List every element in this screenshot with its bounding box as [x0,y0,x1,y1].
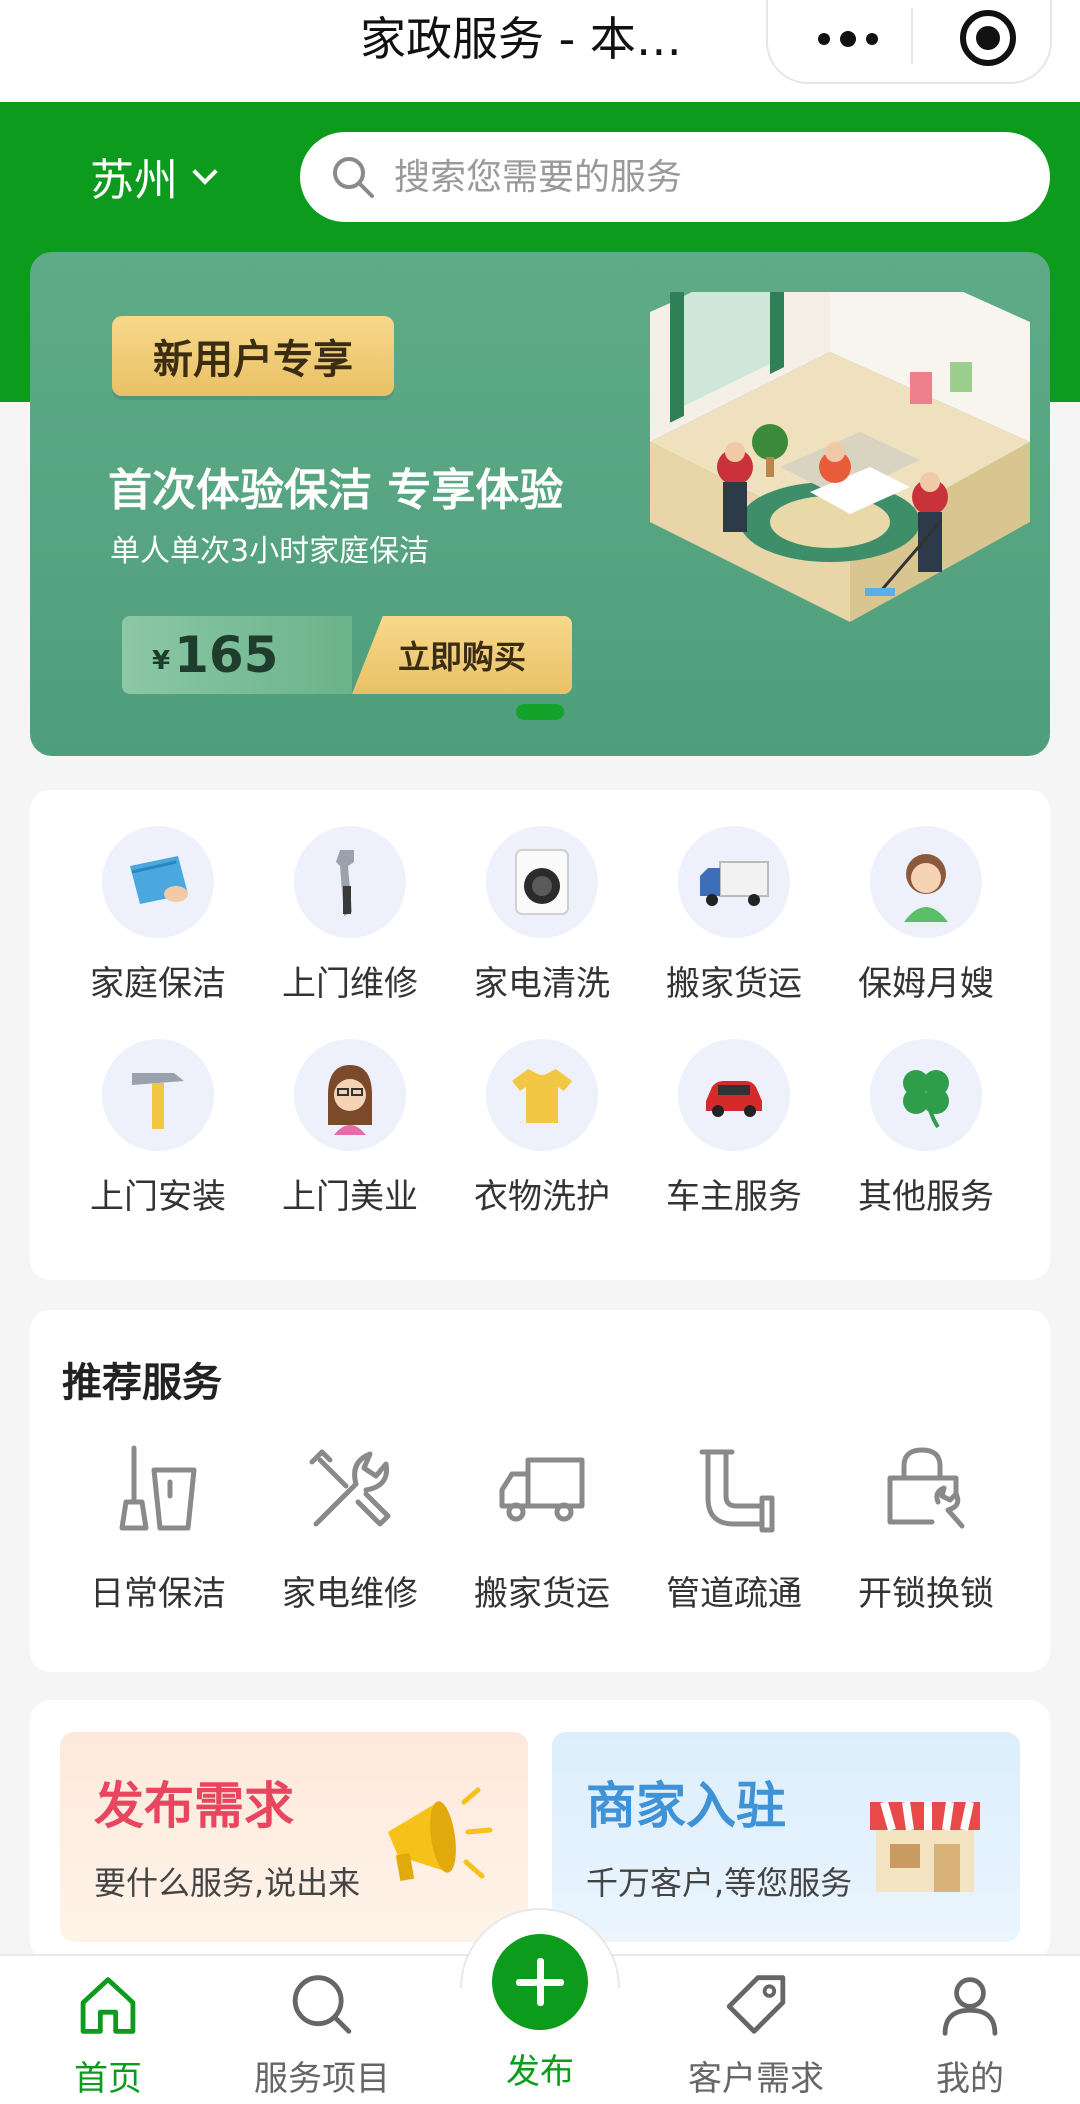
city-selector[interactable]: 苏州 [90,146,218,206]
category-laundry[interactable]: 衣物洗护 [446,1039,638,1218]
tab-label: 我的 [936,2059,1004,2099]
tab-mine[interactable]: 我的 [870,1970,1070,2100]
cleaning-room-illustration [650,292,1030,622]
clover-icon [870,1039,982,1151]
chevron-down-icon [192,159,218,185]
merchant-title: 商家入驻 [586,1777,786,1835]
tab-publish[interactable]: 发布 [460,1908,620,2104]
tools-icon [309,1449,391,1527]
delivery-truck-icon [499,1457,585,1522]
tab-customer-needs[interactable]: 客户需求 [656,1970,856,2100]
merchant-join-card[interactable]: 商家入驻 千万客户,等您服务 [552,1732,1020,1942]
publish-subtitle: 要什么服务,说出来 [94,1864,361,1902]
category-label: 家电清洗 [474,964,610,1004]
mini-program-capsule [766,0,1052,84]
tab-label: 客户需求 [688,2059,824,2099]
category-label: 上门维修 [282,964,418,1004]
price-tag: ¥ 165 [122,616,352,694]
lock-wrench-icon [887,1447,965,1529]
price-box: ¥ 165 立即购买 [122,616,572,694]
recommend-label: 家电维修 [282,1574,418,1614]
search-bar[interactable] [300,132,1050,222]
promo-banner[interactable]: 新用户专享 首次体验保洁 专享体验 单人单次3小时家庭保洁 ¥ 165 立即购买 [30,252,1050,756]
search-icon [333,157,374,198]
recommend-locksmith[interactable]: 开锁换锁 [830,1440,1022,1615]
recommend-label: 搬家货运 [474,1574,610,1614]
section-title: 推荐服务 [62,1360,222,1406]
category-label: 上门美业 [282,1177,418,1217]
category-repair[interactable]: 上门维修 [254,826,446,1005]
recommend-label: 管道疏通 [666,1574,802,1614]
category-label: 家庭保洁 [90,964,226,1004]
pipe-icon [699,1449,775,1533]
publish-demand-card[interactable]: 发布需求 要什么服务,说出来 [60,1732,528,1942]
category-label: 搬家货运 [666,964,802,1004]
tshirt-icon [486,1039,598,1151]
storefront-icon [870,1800,980,1892]
publish-title: 发布需求 [94,1777,294,1835]
recommend-moving[interactable]: 搬家货运 [446,1440,638,1615]
home-icon [80,1977,136,2034]
category-beauty[interactable]: 上门美业 [254,1039,446,1218]
recommend-label: 开锁换锁 [858,1574,994,1614]
recommend-label: 日常保洁 [90,1574,226,1614]
recommended-services-card: 推荐服务 日常保洁 家电维修 搬家货运 管道疏通 开锁换锁 [30,1310,1050,1672]
city-name: 苏州 [90,155,178,206]
megaphone-icon [388,1787,493,1882]
category-home-cleaning[interactable]: 家庭保洁 [62,826,254,1005]
wrench-icon [294,826,406,938]
recommend-pipe-unclog[interactable]: 管道疏通 [638,1440,830,1615]
cleaning-cloth-icon [102,826,214,938]
merchant-subtitle: 千万客户,等您服务 [586,1864,853,1902]
category-label: 保姆月嫂 [858,964,994,1004]
search-icon [292,1975,352,2034]
category-car[interactable]: 车主服务 [638,1039,830,1218]
tab-label: 服务项目 [254,2059,390,2099]
category-other[interactable]: 其他服务 [830,1039,1022,1218]
category-label: 上门安装 [90,1177,226,1217]
tag-icon [726,1975,786,2034]
category-label: 其他服务 [858,1177,994,1217]
close-target-icon[interactable] [960,10,1016,66]
recommend-appliance-repair[interactable]: 家电维修 [254,1440,446,1615]
new-user-badge: 新用户专享 [112,316,394,396]
category-card: 家庭保洁 上门维修 家电清洗 搬家货运 保姆月嫂 上门安装 上门美业 衣物洗护 … [30,790,1050,1280]
search-input[interactable] [394,156,1014,198]
truck-icon [678,826,790,938]
recommended-grid: 日常保洁 家电维修 搬家货运 管道疏通 开锁换锁 [62,1440,1022,1615]
tab-label: 发布 [506,2052,574,2092]
user-icon [942,1977,998,2036]
price-value: 165 [174,626,279,684]
category-installation[interactable]: 上门安装 [62,1039,254,1218]
capsule-divider [911,8,913,64]
tab-home[interactable]: 首页 [8,1970,208,2100]
hammer-icon [102,1039,214,1151]
page-title: 家政服务 - 本… [360,12,682,66]
title-bar: 家政服务 - 本… [0,0,1080,102]
category-label: 衣物洗护 [474,1177,610,1217]
currency-symbol: ¥ [152,646,171,676]
tab-label: 首页 [74,2059,142,2099]
category-nanny[interactable]: 保姆月嫂 [830,826,1022,1005]
category-moving[interactable]: 搬家货运 [638,826,830,1005]
broom-bucket-icon [119,1445,197,1531]
car-icon [678,1039,790,1151]
category-appliance-cleaning[interactable]: 家电清洗 [446,826,638,1005]
plus-icon[interactable] [492,1934,588,2030]
more-icon[interactable] [808,24,888,54]
recommend-daily-cleaning[interactable]: 日常保洁 [62,1440,254,1615]
carousel-indicator [516,704,564,720]
banner-headline: 首次体验保洁 专享体验 [108,465,564,516]
banner-subline: 单人单次3小时家庭保洁 [110,534,430,569]
buy-now-button[interactable]: 立即购买 [352,616,572,694]
nanny-icon [870,826,982,938]
category-label: 车主服务 [666,1177,802,1217]
tab-services[interactable]: 服务项目 [222,1970,422,2100]
category-grid: 家庭保洁 上门维修 家电清洗 搬家货运 保姆月嫂 上门安装 上门美业 衣物洗护 … [30,826,1050,1218]
washing-machine-icon [486,826,598,938]
beauty-icon [294,1039,406,1151]
